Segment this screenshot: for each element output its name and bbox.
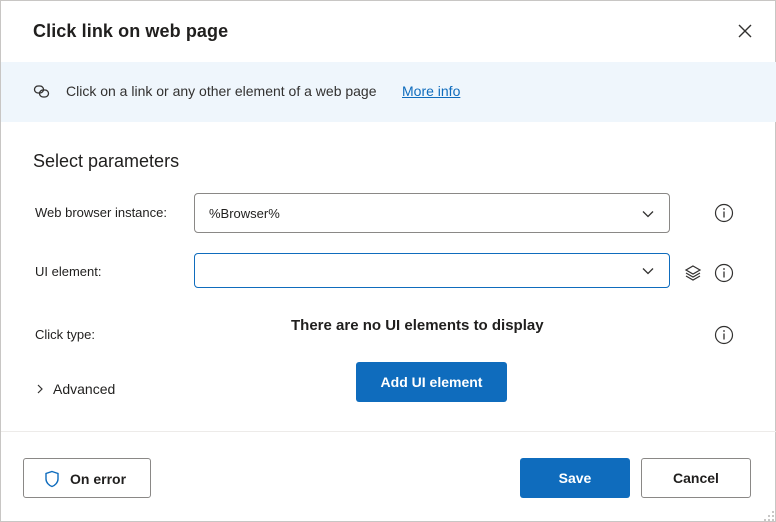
layers-icon[interactable] bbox=[683, 263, 703, 283]
browser-instance-dropdown[interactable]: %Browser% bbox=[194, 193, 670, 233]
footer-divider bbox=[1, 431, 776, 432]
dialog-title: Click link on web page bbox=[33, 21, 229, 41]
browser-info-icon[interactable] bbox=[714, 203, 734, 223]
resize-grip-icon[interactable] bbox=[763, 509, 775, 521]
browser-instance-label: Web browser instance: bbox=[35, 205, 167, 220]
browser-instance-value: %Browser% bbox=[209, 206, 280, 221]
more-info-link[interactable]: More info bbox=[402, 83, 460, 99]
chevron-down-icon bbox=[642, 268, 654, 275]
on-error-button[interactable]: On error bbox=[23, 458, 151, 498]
ui-element-label: UI element: bbox=[35, 264, 102, 279]
link-icon bbox=[33, 83, 50, 100]
cancel-button[interactable]: Cancel bbox=[641, 458, 751, 498]
section-title: Select parameters bbox=[33, 151, 180, 171]
advanced-label: Advanced bbox=[53, 381, 116, 397]
chevron-right-icon bbox=[37, 384, 43, 394]
add-ui-element-button[interactable]: Add UI element bbox=[356, 362, 507, 402]
click-type-info-icon[interactable] bbox=[714, 325, 734, 345]
shield-icon bbox=[45, 470, 59, 488]
click-type-label: Click type: bbox=[35, 327, 95, 342]
click-link-dialog: Click link on web page Click on a link o… bbox=[0, 0, 776, 522]
close-icon[interactable] bbox=[734, 20, 756, 42]
chevron-down-icon bbox=[642, 211, 654, 218]
banner-description: Click on a link or any other element of … bbox=[66, 83, 377, 99]
ui-element-info-icon[interactable] bbox=[714, 263, 734, 283]
empty-ui-elements-message: There are no UI elements to display bbox=[291, 317, 544, 334]
on-error-label: On error bbox=[70, 471, 127, 487]
ui-element-dropdown[interactable] bbox=[194, 253, 670, 288]
save-button[interactable]: Save bbox=[520, 458, 630, 498]
